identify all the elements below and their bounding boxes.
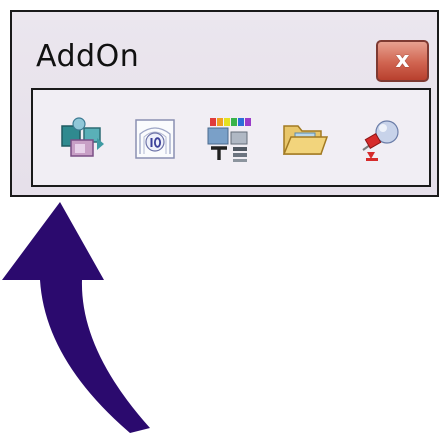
arrow-shape bbox=[2, 202, 150, 433]
pushpin-marker-icon bbox=[362, 120, 399, 161]
dimension-icon bbox=[135, 119, 175, 159]
color-palette-text-icon bbox=[207, 118, 251, 162]
folder-button[interactable] bbox=[278, 112, 332, 166]
scene-objects-icon bbox=[61, 117, 104, 157]
folder-open-icon bbox=[282, 125, 329, 155]
scene-objects-button[interactable] bbox=[55, 112, 109, 166]
pushpin-button[interactable] bbox=[353, 112, 407, 166]
dimension-button[interactable] bbox=[128, 112, 182, 166]
color-text-button[interactable] bbox=[203, 112, 257, 166]
window-title: AddOn bbox=[36, 39, 140, 74]
close-icon: x bbox=[395, 48, 410, 73]
addon-window: AddOn x bbox=[10, 10, 439, 197]
close-button[interactable]: x bbox=[376, 40, 429, 82]
up-arrow-annotation bbox=[2, 202, 150, 433]
addon-toolbar bbox=[31, 88, 431, 187]
